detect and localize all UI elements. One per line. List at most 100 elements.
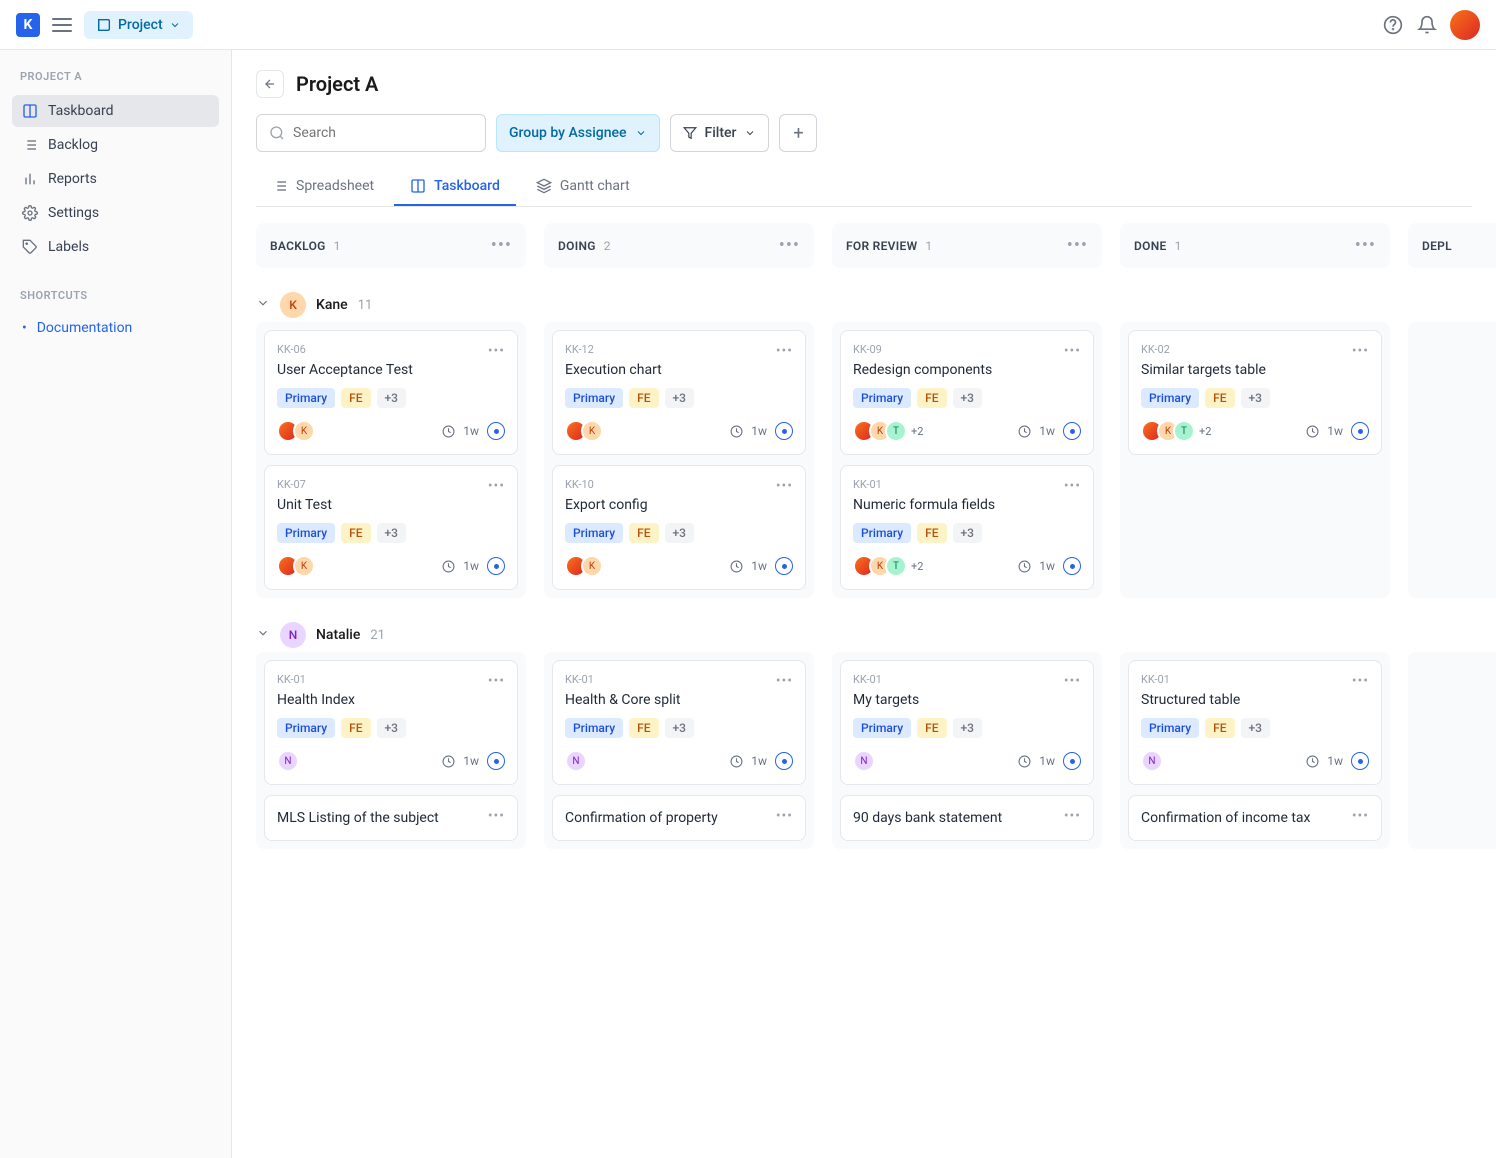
column-menu[interactable]: ••• [779,235,800,256]
avatar[interactable]: T [885,555,907,577]
card-menu[interactable]: ••• [488,808,505,824]
avatar[interactable]: N [277,750,299,772]
task-card[interactable]: KK-02 Similar targets table ••• PrimaryF… [1128,330,1382,455]
card-menu[interactable]: ••• [488,343,505,359]
card-tag[interactable]: FE [1205,718,1234,738]
card-status-toggle[interactable] [1063,422,1081,440]
avatar[interactable]: T [885,420,907,442]
avatar[interactable]: K [293,420,315,442]
task-card[interactable]: Confirmation of property••• [552,795,806,841]
card-tag[interactable]: +3 [377,388,406,408]
avatar[interactable]: K [293,555,315,577]
card-menu[interactable]: ••• [1064,478,1081,494]
search-box[interactable] [256,114,486,152]
card-tag[interactable]: Primary [277,718,335,738]
sidebar-item-settings[interactable]: Settings [12,197,219,229]
user-avatar[interactable] [1450,10,1480,40]
card-tag[interactable]: FE [341,718,370,738]
card-tag[interactable]: Primary [277,523,335,543]
card-tag[interactable]: +3 [953,388,982,408]
card-status-toggle[interactable] [775,422,793,440]
card-tag[interactable]: FE [1205,388,1234,408]
card-tag[interactable]: +3 [1241,388,1270,408]
card-tag[interactable]: Primary [277,388,335,408]
sidebar-item-backlog[interactable]: Backlog [12,129,219,161]
help-icon[interactable] [1382,14,1404,36]
card-menu[interactable]: ••• [1352,673,1369,689]
avatar[interactable]: N [853,750,875,772]
tab-gantt[interactable]: Gantt chart [520,168,646,206]
card-tag[interactable]: Primary [853,388,911,408]
avatar[interactable]: N [565,750,587,772]
card-menu[interactable]: ••• [488,478,505,494]
card-menu[interactable]: ••• [776,343,793,359]
task-card[interactable]: KK-01 Health Index ••• PrimaryFE+3 N 1w [264,660,518,785]
avatar[interactable]: K [581,555,603,577]
filter-dropdown[interactable]: Filter [670,114,770,152]
sidebar-item-taskboard[interactable]: Taskboard [12,95,219,127]
sidebar-item-labels[interactable]: Labels [12,231,219,263]
card-tag[interactable]: Primary [565,388,623,408]
card-tag[interactable]: FE [917,388,946,408]
card-status-toggle[interactable] [1063,557,1081,575]
avatar[interactable]: K [581,420,603,442]
card-tag[interactable]: +3 [1241,718,1270,738]
card-menu[interactable]: ••• [488,673,505,689]
card-tag[interactable]: Primary [1141,388,1199,408]
group-by-dropdown[interactable]: Group by Assignee [496,114,660,152]
card-status-toggle[interactable] [487,752,505,770]
card-tag[interactable]: +3 [953,523,982,543]
card-tag[interactable]: +3 [953,718,982,738]
add-button[interactable]: + [779,114,817,152]
task-card[interactable]: 90 days bank statement••• [840,795,1094,841]
card-tag[interactable]: FE [917,523,946,543]
task-card[interactable]: KK-01 Numeric formula fields ••• Primary… [840,465,1094,590]
card-status-toggle[interactable] [1351,752,1369,770]
collapse-toggle[interactable] [256,296,270,314]
hamburger-icon[interactable] [52,18,72,32]
card-status-toggle[interactable] [775,557,793,575]
collapse-toggle[interactable] [256,626,270,644]
column-menu[interactable]: ••• [1355,235,1376,256]
card-menu[interactable]: ••• [1064,673,1081,689]
task-card[interactable]: KK-07 Unit Test ••• PrimaryFE+3 K 1w [264,465,518,590]
task-card[interactable]: KK-10 Export config ••• PrimaryFE+3 K 1w [552,465,806,590]
shortcut-documentation[interactable]: Documentation [12,314,219,342]
card-menu[interactable]: ••• [776,808,793,824]
task-card[interactable]: KK-09 Redesign components ••• PrimaryFE+… [840,330,1094,455]
project-selector[interactable]: Project [84,11,193,39]
task-card[interactable]: Confirmation of income tax••• [1128,795,1382,841]
card-tag[interactable]: FE [341,523,370,543]
card-menu[interactable]: ••• [1064,808,1081,824]
sidebar-item-reports[interactable]: Reports [12,163,219,195]
column-menu[interactable]: ••• [491,235,512,256]
card-menu[interactable]: ••• [1064,343,1081,359]
column-menu[interactable]: ••• [1067,235,1088,256]
card-tag[interactable]: FE [629,523,658,543]
card-tag[interactable]: Primary [1141,718,1199,738]
avatar-more[interactable]: +2 [1199,425,1211,438]
card-menu[interactable]: ••• [776,673,793,689]
card-tag[interactable]: +3 [665,523,694,543]
card-menu[interactable]: ••• [776,478,793,494]
card-status-toggle[interactable] [775,752,793,770]
card-status-toggle[interactable] [487,422,505,440]
task-card[interactable]: KK-12 Execution chart ••• PrimaryFE+3 K … [552,330,806,455]
card-status-toggle[interactable] [487,557,505,575]
back-button[interactable] [256,70,284,98]
tab-taskboard[interactable]: Taskboard [394,168,516,206]
card-status-toggle[interactable] [1351,422,1369,440]
task-card[interactable]: KK-01 Structured table ••• PrimaryFE+3 N… [1128,660,1382,785]
card-menu[interactable]: ••• [1352,808,1369,824]
card-tag[interactable]: FE [341,388,370,408]
card-tag[interactable]: FE [629,388,658,408]
avatar-more[interactable]: +2 [911,425,923,438]
avatar[interactable]: N [1141,750,1163,772]
tab-spreadsheet[interactable]: Spreadsheet [256,168,390,206]
card-menu[interactable]: ••• [1352,343,1369,359]
avatar-more[interactable]: +2 [911,560,923,573]
card-tag[interactable]: +3 [665,718,694,738]
card-tag[interactable]: Primary [565,718,623,738]
task-card[interactable]: KK-01 Health & Core split ••• PrimaryFE+… [552,660,806,785]
card-tag[interactable]: +3 [377,718,406,738]
